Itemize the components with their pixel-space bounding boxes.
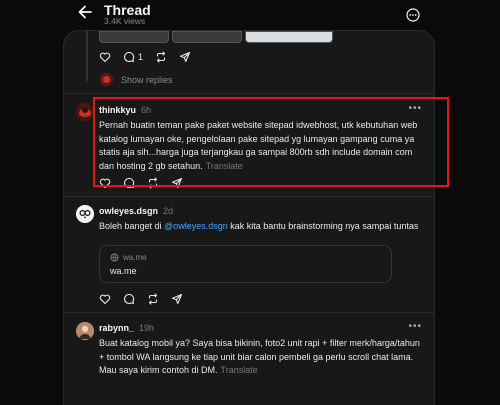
thread-card: 1 Show replies thinkkyu 6h ••• Pernah bua… xyxy=(63,30,435,405)
reply-button[interactable] xyxy=(123,293,135,305)
share-icon xyxy=(179,51,191,63)
link-domain: wa.me xyxy=(110,253,147,262)
image-thumbnail[interactable] xyxy=(172,31,242,43)
repost-icon xyxy=(156,51,166,63)
thread-header: Thread 3.4K views xyxy=(0,0,500,30)
reply-count: 1 xyxy=(138,52,144,62)
post-actions: 1 xyxy=(99,50,203,64)
show-replies-label: Show replies xyxy=(121,74,173,85)
link-domain-text: wa.me xyxy=(123,253,147,262)
like-button[interactable] xyxy=(99,293,111,305)
mention-link[interactable]: @owleyes.dsgn xyxy=(164,221,228,231)
avatar xyxy=(100,73,113,86)
avatar[interactable] xyxy=(76,103,94,121)
post-body-end: kak kita bantu brainstorming nya sampai … xyxy=(227,221,419,231)
post-body-start: Boleh banget di xyxy=(99,221,165,231)
thread-line xyxy=(86,31,88,81)
reply-button[interactable]: 1 xyxy=(123,51,143,63)
post-body: Buat katalog mobil ya? Saya bisa bikinin… xyxy=(99,338,420,375)
post-text: Boleh banget di @owleyes.dsgn kak kita b… xyxy=(99,220,423,234)
more-circle-icon[interactable] xyxy=(406,8,420,22)
image-thumbnail[interactable] xyxy=(99,31,169,43)
comment-icon xyxy=(124,51,135,63)
more-options-icon[interactable]: ••• xyxy=(408,321,422,332)
heart-icon xyxy=(99,294,111,305)
repost-icon xyxy=(148,293,158,305)
post-text: Buat katalog mobil ya? Saya bisa bikinin… xyxy=(99,337,423,378)
share-icon xyxy=(171,293,183,305)
post-time: 19h xyxy=(139,323,155,333)
comment-icon xyxy=(124,293,135,305)
view-count: 3.4K views xyxy=(104,16,146,26)
highlight-box xyxy=(93,97,449,187)
repost-button[interactable] xyxy=(155,51,167,63)
link-preview-card[interactable]: wa.me wa.me xyxy=(99,245,392,283)
post-author[interactable]: rabynn_ 19h xyxy=(99,323,154,333)
author-name[interactable]: owleyes.dsgn xyxy=(99,206,158,216)
show-replies-link[interactable]: Show replies xyxy=(100,73,173,86)
like-button[interactable] xyxy=(99,51,111,63)
share-button[interactable] xyxy=(179,51,191,63)
translate-link[interactable]: Translate xyxy=(221,365,258,375)
repost-button[interactable] xyxy=(147,293,159,305)
post-actions xyxy=(99,292,195,306)
avatar[interactable] xyxy=(76,322,94,340)
avatar[interactable] xyxy=(76,205,94,223)
reply-post: rabynn_ 19h ••• Buat katalog mobil ya? Sa… xyxy=(64,312,434,405)
back-arrow-icon[interactable] xyxy=(76,3,94,21)
post-time: 2d xyxy=(163,206,174,216)
heart-icon xyxy=(99,52,111,63)
reply-post: owleyes.dsgn 2d Boleh banget di @owleyes.… xyxy=(64,196,434,311)
post-author[interactable]: owleyes.dsgn 2d xyxy=(99,206,173,216)
link-title: wa.me xyxy=(110,266,137,276)
share-button[interactable] xyxy=(171,293,183,305)
author-name[interactable]: rabynn_ xyxy=(99,323,134,333)
link-icon xyxy=(110,253,119,262)
image-thumbnail[interactable] xyxy=(245,31,333,43)
